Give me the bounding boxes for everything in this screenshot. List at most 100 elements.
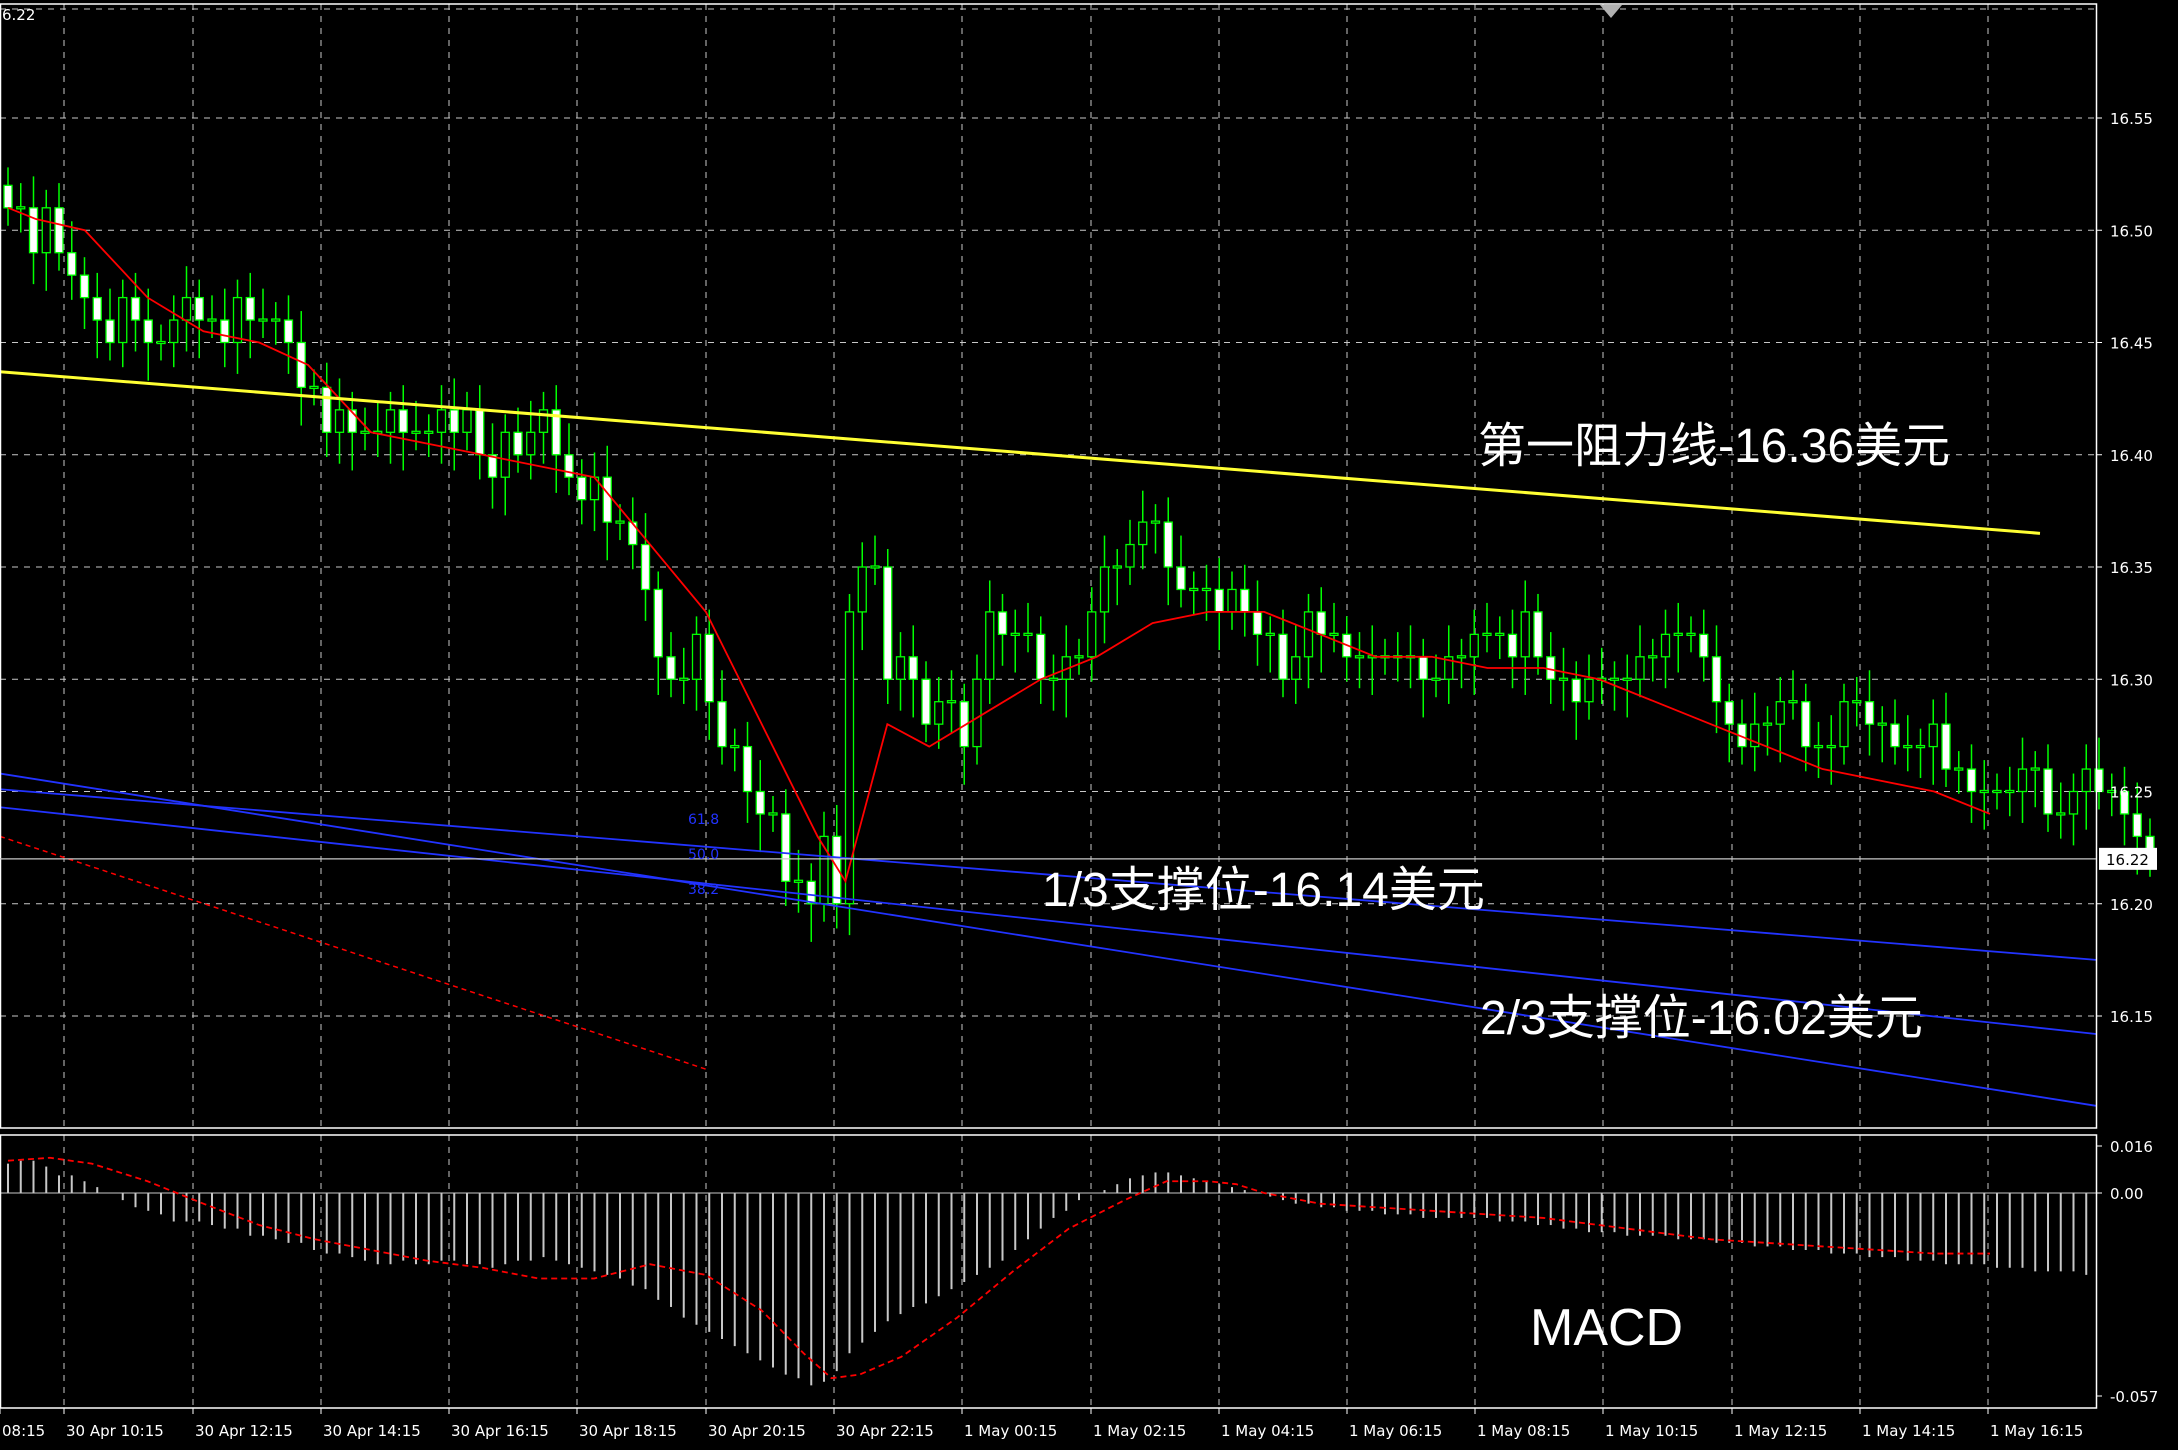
candle-body bbox=[1864, 701, 1875, 725]
candle-body bbox=[28, 207, 39, 254]
candle-body bbox=[1023, 632, 1033, 636]
x-tick-label: 30 Apr 18:15 bbox=[579, 1422, 677, 1440]
candle-body bbox=[1074, 655, 1084, 659]
candle-body bbox=[1507, 633, 1518, 658]
x-tick-label: 1 May 12:15 bbox=[1734, 1422, 1827, 1440]
y-tick-label: 16.15 bbox=[2110, 1008, 2153, 1026]
macd-label: MACD bbox=[1530, 1299, 1683, 1357]
resistance-annotation: 第一阻力线-16.36美元 bbox=[1478, 420, 1950, 473]
candle-body bbox=[2017, 768, 2028, 793]
fib-label-61-8: 61.8 bbox=[688, 812, 719, 828]
fib-label-50-0: 50.0 bbox=[688, 847, 719, 863]
candle-body bbox=[1558, 677, 1569, 681]
candle-body bbox=[41, 207, 51, 254]
candle-body bbox=[1329, 632, 1339, 636]
candle-body bbox=[1941, 723, 1951, 770]
candle-body bbox=[3, 184, 13, 209]
candle-body bbox=[793, 879, 804, 883]
candle-body bbox=[1495, 632, 1505, 636]
candle-body bbox=[1762, 722, 1773, 726]
candle-body bbox=[679, 677, 689, 681]
candle-body bbox=[1609, 677, 1620, 681]
x-tick-label: 30 Apr 12:15 bbox=[195, 1422, 293, 1440]
x-tick-label: 1 May 06:15 bbox=[1349, 1422, 1442, 1440]
candle-body bbox=[79, 274, 90, 299]
candle-body bbox=[105, 319, 115, 344]
candle-body bbox=[1099, 566, 1110, 613]
current-price-label: 16.22 bbox=[2106, 851, 2149, 869]
candle-body bbox=[781, 813, 791, 882]
candle-body bbox=[67, 252, 77, 276]
candle-body bbox=[883, 566, 893, 680]
x-tick-label: 30 Apr 14:15 bbox=[323, 1422, 421, 1440]
candle-body bbox=[2005, 789, 2015, 794]
candle-body bbox=[1826, 744, 1836, 749]
candle-body bbox=[1635, 656, 1645, 680]
candle-body bbox=[513, 431, 523, 456]
support-2-annotation: 2/3支撑位-16.02美元 bbox=[1480, 992, 1923, 1045]
candle-body bbox=[985, 611, 995, 680]
candle-body bbox=[1711, 656, 1722, 703]
candle-body bbox=[1775, 701, 1785, 725]
y-tick-label: 16.45 bbox=[2110, 335, 2153, 353]
candle-body bbox=[615, 520, 625, 524]
candle-body bbox=[143, 319, 153, 344]
candle-body bbox=[1138, 521, 1148, 546]
candle-body bbox=[436, 409, 447, 433]
candle-body bbox=[704, 633, 714, 703]
candle-body bbox=[1214, 588, 1224, 613]
x-tick-label: 1 May 14:15 bbox=[1862, 1422, 1955, 1440]
candle-body bbox=[526, 431, 536, 456]
candle-body bbox=[360, 430, 370, 434]
candle-body bbox=[232, 296, 243, 344]
candle-body bbox=[564, 454, 574, 478]
y-tick-label: 16.35 bbox=[2110, 559, 2153, 577]
candle-body bbox=[1354, 655, 1365, 659]
candle-body bbox=[1533, 611, 1543, 658]
candle-body bbox=[92, 296, 102, 321]
candle-body bbox=[385, 409, 396, 433]
candle-body bbox=[334, 409, 345, 433]
candle-body bbox=[1788, 700, 1798, 704]
candle-body bbox=[640, 543, 651, 591]
candle-body bbox=[908, 656, 918, 680]
candle-body bbox=[169, 319, 179, 344]
candle-body bbox=[1240, 588, 1250, 613]
candle-body bbox=[1699, 633, 1709, 658]
candle-body bbox=[1125, 543, 1135, 568]
candle-body bbox=[1278, 633, 1288, 680]
candle-body bbox=[1316, 611, 1326, 636]
candle-body bbox=[296, 341, 306, 389]
candle-body bbox=[1482, 632, 1492, 636]
candle-body bbox=[934, 701, 944, 725]
candle-body bbox=[1036, 633, 1046, 680]
y-tick-label: 16.40 bbox=[2110, 447, 2153, 465]
candle-body bbox=[857, 566, 867, 613]
candle-body bbox=[411, 430, 421, 434]
candle-body bbox=[1660, 633, 1671, 658]
candle-body bbox=[1303, 611, 1314, 658]
candle-body bbox=[194, 296, 204, 321]
candle-body bbox=[1813, 744, 1824, 749]
candle-body bbox=[1686, 632, 1696, 636]
candle-body bbox=[1418, 656, 1428, 680]
x-tick-label: 1 May 00:15 bbox=[964, 1422, 1057, 1440]
candle-body bbox=[54, 207, 64, 254]
candle-body bbox=[832, 835, 842, 905]
candle-body bbox=[2030, 767, 2040, 771]
fib-label-38-2: 38.2 bbox=[688, 882, 719, 898]
candle-body bbox=[602, 476, 612, 523]
candle-body bbox=[921, 678, 931, 725]
candle-body bbox=[1992, 789, 2002, 794]
candle-body bbox=[972, 678, 982, 748]
candle-body bbox=[207, 318, 217, 322]
top-left-label: 6.22 bbox=[2, 6, 35, 24]
candle-body bbox=[806, 880, 816, 905]
candle-body bbox=[1839, 701, 1849, 748]
candle-body bbox=[1584, 678, 1594, 703]
candle-body bbox=[1265, 632, 1275, 636]
candle-body bbox=[1979, 789, 1989, 794]
candle-body bbox=[1456, 655, 1467, 659]
candle-body bbox=[1520, 611, 1530, 658]
candle-body bbox=[844, 611, 855, 905]
